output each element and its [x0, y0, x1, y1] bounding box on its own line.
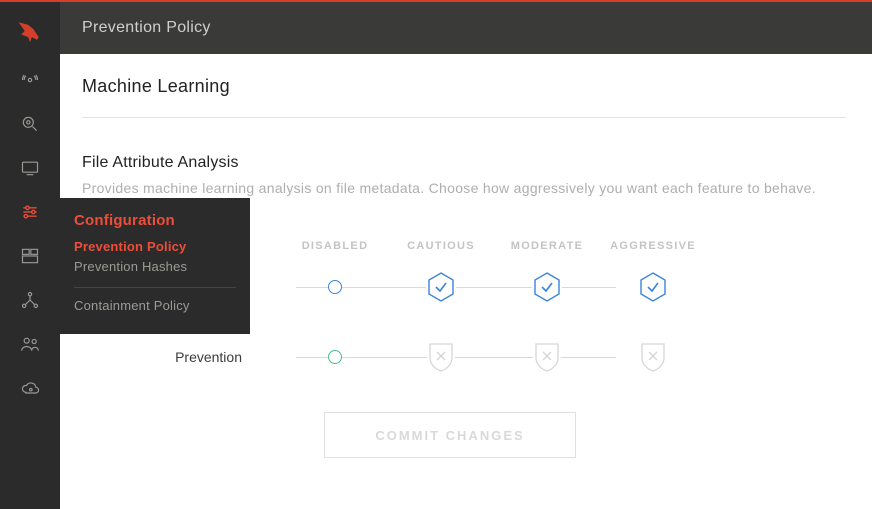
level-aggressive[interactable] [600, 272, 706, 302]
flyout-item-containment-policy[interactable]: Containment Policy [74, 296, 236, 316]
flyout-divider [74, 287, 236, 288]
hexagon-check-icon [638, 272, 668, 302]
circle-icon [328, 350, 342, 364]
flyout-title: Configuration [74, 212, 236, 229]
divider [82, 117, 846, 118]
shield-x-icon [427, 343, 455, 371]
slider-row-prevention: Prevention [282, 342, 778, 372]
level-moderate[interactable] [494, 342, 600, 372]
flyout-item-prevention-policy[interactable]: Prevention Policy [74, 237, 236, 257]
slider-row-detection [282, 272, 778, 302]
level-label-disabled: DISABLED [282, 240, 388, 252]
circle-icon [328, 280, 342, 294]
flyout-item-prevention-hashes[interactable]: Prevention Hashes [74, 257, 236, 277]
level-cautious[interactable] [388, 272, 494, 302]
section-title: Machine Learning [82, 76, 846, 97]
hexagon-check-icon [426, 272, 456, 302]
page-header: Prevention Policy [60, 2, 872, 54]
falcon-logo-icon[interactable] [16, 10, 44, 52]
level-label-moderate: MODERATE [494, 240, 600, 252]
level-moderate[interactable] [494, 272, 600, 302]
level-disabled[interactable] [282, 272, 388, 302]
radar-icon[interactable] [0, 58, 60, 102]
search-icon[interactable] [0, 102, 60, 146]
dashboard-icon[interactable] [0, 234, 60, 278]
cloud-icon[interactable] [0, 366, 60, 410]
page-title: Prevention Policy [82, 19, 211, 37]
users-icon[interactable] [0, 322, 60, 366]
network-icon[interactable] [0, 278, 60, 322]
monitor-icon[interactable] [0, 146, 60, 190]
commit-changes-button[interactable]: COMMIT CHANGES [324, 412, 576, 458]
row-label: Prevention [82, 342, 262, 372]
level-label-aggressive: AGGRESSIVE [600, 240, 706, 252]
sidebar-flyout: Configuration Prevention Policy Preventi… [60, 198, 250, 334]
sidebar [0, 2, 60, 509]
level-disabled[interactable] [282, 342, 388, 372]
level-label-cautious: CAUTIOUS [388, 240, 494, 252]
sliders-icon[interactable] [0, 190, 60, 234]
shield-x-icon [533, 343, 561, 371]
level-cautious[interactable] [388, 342, 494, 372]
subsection-description: Provides machine learning analysis on fi… [82, 180, 846, 196]
shield-x-icon [639, 343, 667, 371]
level-aggressive[interactable] [600, 342, 706, 372]
hexagon-check-icon [532, 272, 562, 302]
levels-header: DISABLED CAUTIOUS MODERATE AGGRESSIVE [282, 240, 778, 252]
subsection-title: File Attribute Analysis [82, 154, 846, 172]
commit-wrap: COMMIT CHANGES [82, 372, 846, 458]
